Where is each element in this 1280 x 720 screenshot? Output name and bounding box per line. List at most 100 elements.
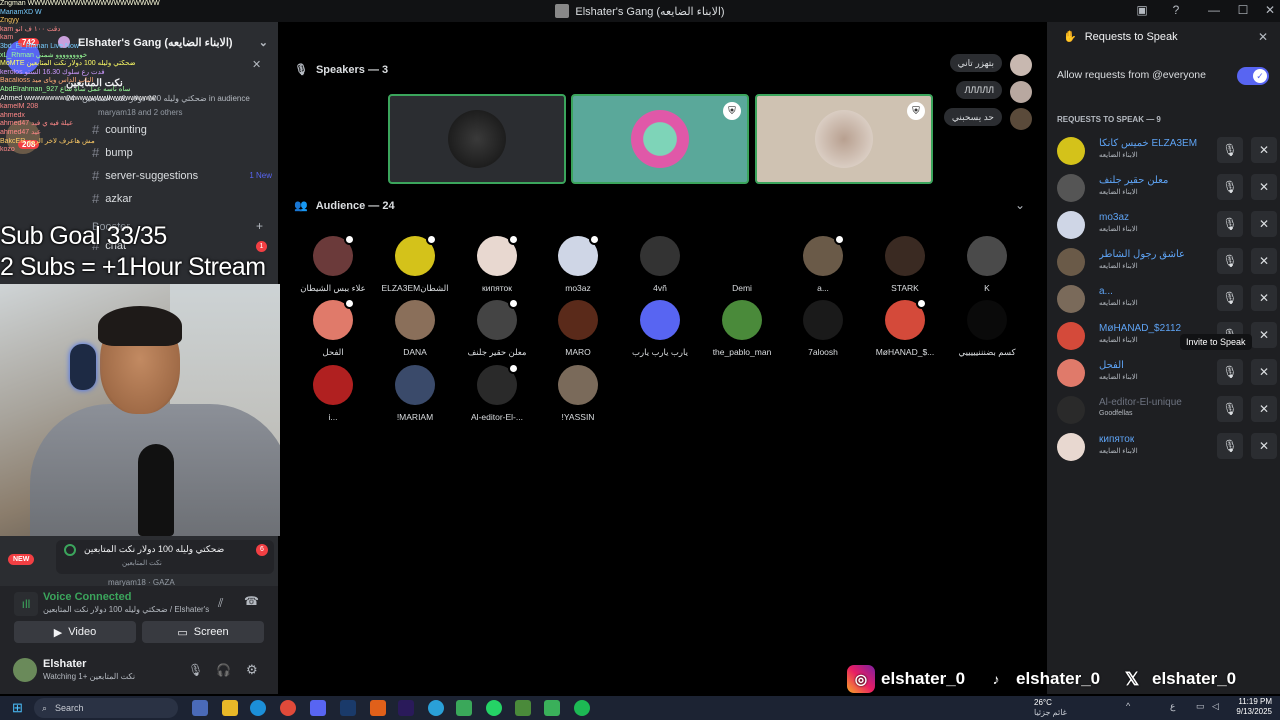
speaker-tile[interactable]: ⛨ [755,94,933,184]
channel-bump[interactable]: # bump [92,145,133,160]
close-panel-icon[interactable]: ✕ [1258,30,1268,44]
audience-member[interactable]: mo3az [538,234,618,293]
audience-member[interactable]: Al-editor-El-... [457,363,537,422]
close-event-icon[interactable]: ✕ [252,58,261,71]
file-explorer-icon[interactable] [222,700,238,716]
photoshop-icon[interactable] [340,700,356,716]
spotify-icon[interactable] [574,700,590,716]
audience-member[interactable]: معلن حقير جلنف [457,298,537,358]
request-row[interactable]: a... الابناء الضايعه 🎙 ✕ [1057,283,1277,313]
audience-member[interactable]: 4vñ [620,236,700,293]
speaker-tile[interactable] [388,94,566,184]
brave-icon[interactable] [370,700,386,716]
disconnect-icon[interactable]: ☎ [244,594,259,608]
audience-member[interactable]: Demi [702,236,782,293]
add-channel-icon[interactable]: + [256,219,263,233]
gear-icon[interactable]: ⚙ [246,662,258,678]
invite-to-speak-button[interactable]: 🎙 [1217,433,1243,459]
chevron-up-icon[interactable]: ^ [1126,701,1130,711]
audience-member[interactable]: 7aloosh [783,300,863,357]
collapse-chevron-icon[interactable]: ⌄ [1015,198,1025,212]
audience-member[interactable]: STARK [865,236,945,293]
server-header[interactable]: Elshater's Gang (الابناء الضايعه) ⌄ [58,28,274,56]
task-view-icon[interactable] [192,700,208,716]
deny-request-button[interactable]: ✕ [1251,137,1277,163]
audience-member[interactable]: i... [293,365,373,422]
request-row[interactable]: الفحل الابناء الضايعه 🎙 ✕ [1057,357,1277,387]
invite-to-speak-button[interactable]: 🎙 [1217,396,1243,422]
app-icon[interactable] [544,700,560,716]
request-row[interactable]: кипяток الابناء الضايعه 🎙 ✕ [1057,431,1277,461]
minimize-icon[interactable]: — [1206,3,1222,19]
help-icon[interactable]: ? [1168,3,1184,19]
deny-request-button[interactable]: ✕ [1251,433,1277,459]
allow-requests-toggle[interactable]: ✓ [1237,67,1269,85]
network-icon[interactable]: ▭ [1196,701,1205,712]
screen-share-button[interactable]: ▭ Screen [142,621,264,643]
telegram-icon[interactable] [428,700,444,716]
premiere-icon[interactable] [398,700,414,716]
deny-request-button[interactable]: ✕ [1251,359,1277,385]
channel-azkar[interactable]: # azkar [92,191,132,206]
mic-icon[interactable]: 🎙 [188,663,203,677]
deny-request-button[interactable]: ✕ [1251,211,1277,237]
channel-server-suggestions[interactable]: # server-suggestions 1 New [92,168,272,183]
inbox-icon[interactable]: ▣ [1134,3,1150,19]
deny-request-button[interactable]: ✕ [1251,174,1277,200]
discord-icon[interactable] [310,700,326,716]
taskbar-search[interactable]: ⌕ Search [34,698,178,718]
deny-request-button[interactable]: ✕ [1251,322,1277,348]
noise-suppression-icon[interactable]: ⫽ [218,596,223,611]
language-indicator[interactable]: ع [1170,701,1175,712]
voice-channel-path[interactable]: ضحكتي وليله 100 دولار نكت المتابعين / El… [43,605,209,614]
speaker-mini-avatar[interactable] [1010,108,1032,130]
close-window-icon[interactable]: ✕ [1262,3,1278,19]
chevron-down-icon[interactable]: ⌄ [259,36,268,49]
invite-to-speak-button[interactable]: 🎙 [1217,137,1243,163]
minecraft-icon[interactable] [515,700,531,716]
audience-member[interactable]: ELZA3EMالشطان [375,234,455,294]
audience-member[interactable]: MøHANAD_$... [865,298,945,357]
request-row[interactable]: عاشق رجول الشاطر الابناء الضايعه 🎙 ✕ [1057,246,1277,276]
deny-request-button[interactable]: ✕ [1251,248,1277,274]
maximize-icon[interactable]: ☐ [1235,3,1251,19]
request-row[interactable]: mo3az الابناء الضايعه 🎙 ✕ [1057,209,1277,239]
avatar[interactable] [13,658,37,682]
audience-member[interactable]: кипяток [457,234,537,293]
stage-card[interactable]: ضحكتي وليله 100 دولار نكت المتابعين نكت … [56,540,274,574]
audience-member[interactable]: a... [783,234,863,293]
request-row[interactable]: خميس كانكا ELZA3EM الابناء الضايعه 🎙 ✕ [1057,135,1277,165]
windows-start-icon[interactable]: ⊞ [12,700,28,716]
request-row[interactable]: Al-editor-El-unique Goodfellas 🎙 ✕ [1057,394,1277,424]
audience-member[interactable]: !YASSIN [538,365,618,422]
audience-member[interactable]: علاء ببس الشيطان [293,234,373,294]
speaker-tile[interactable]: ⛨ [571,94,749,184]
audience-member[interactable]: كسم بضنننيييييي [947,300,1027,358]
deny-request-button[interactable]: ✕ [1251,285,1277,311]
speaker-mini-avatar[interactable] [1010,54,1032,76]
video-button[interactable]: ▶ Video [14,621,136,643]
deny-request-button[interactable]: ✕ [1251,396,1277,422]
volume-icon[interactable]: ◁ [1212,701,1219,712]
audience-member[interactable]: MARO [538,300,618,357]
audience-member[interactable]: الفحل [293,298,373,358]
weather-widget[interactable]: 26°C غائم جزئيا [1034,698,1067,718]
audience-member[interactable]: the_pablo_man [702,300,782,357]
audience-member[interactable]: يارب يارب يارب [620,300,700,358]
invite-to-speak-button[interactable]: 🎙 [1217,359,1243,385]
invite-to-speak-button[interactable]: 🎙 [1217,211,1243,237]
audience-member[interactable]: !MARIAM [375,365,455,422]
speaker-mini-avatar[interactable] [1010,81,1032,103]
clock[interactable]: 11:19 PM 9/13/2025 [1226,697,1272,717]
edge-icon[interactable] [250,700,266,716]
audience-member[interactable]: K [947,236,1027,293]
channel-counting[interactable]: # counting [92,122,147,137]
request-row[interactable]: معلن حقير جلنف الابناء الضايعه 🎙 ✕ [1057,172,1277,202]
audience-member[interactable]: DANA [375,300,455,357]
chrome-icon[interactable] [280,700,296,716]
invite-to-speak-button[interactable]: 🎙 [1217,248,1243,274]
invite-to-speak-button[interactable]: 🎙 [1217,174,1243,200]
whatsapp-icon[interactable] [486,700,502,716]
invite-to-speak-button[interactable]: 🎙 [1217,285,1243,311]
voice-status[interactable]: Voice Connected [43,591,131,603]
